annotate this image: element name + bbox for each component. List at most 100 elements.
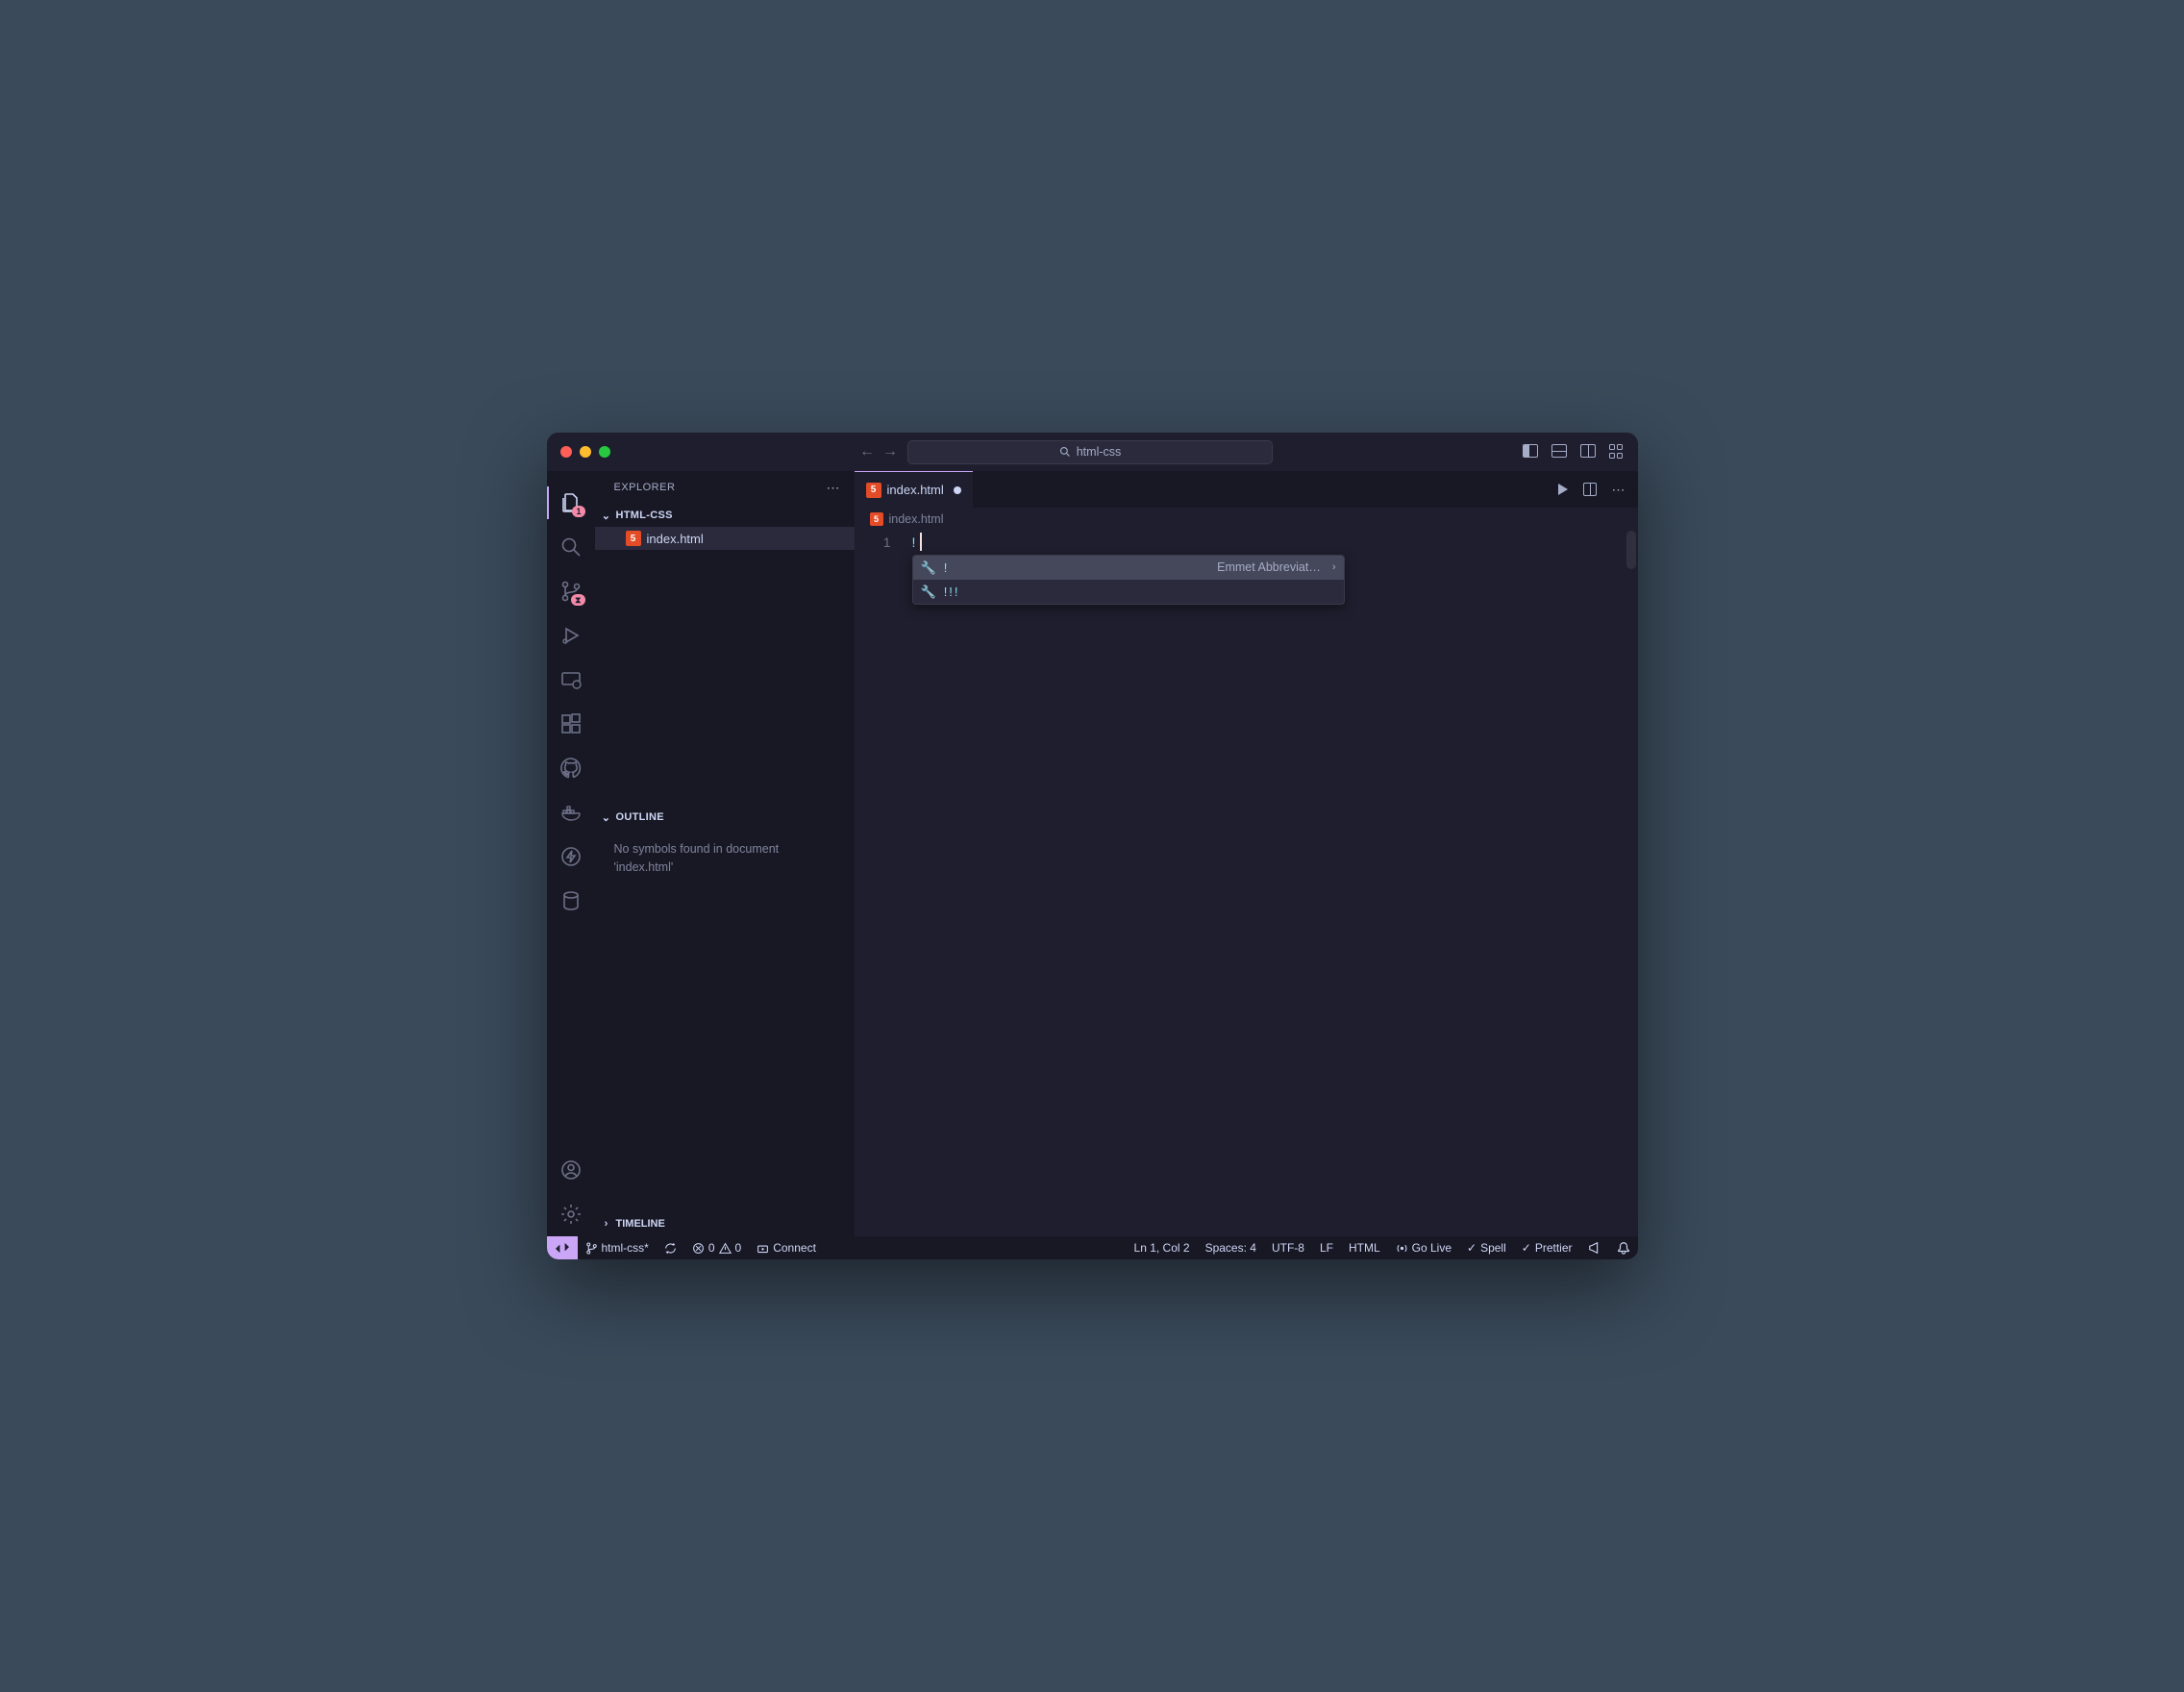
status-indentation[interactable]: Spaces: 4: [1198, 1241, 1264, 1255]
editor-body[interactable]: 1 ! 🔧 ! Emmet Abbreviat… › 🔧: [855, 531, 1638, 1236]
suggest-item[interactable]: 🔧 !!!: [913, 580, 1344, 604]
outline-empty-message: No symbols found in document 'index.html…: [595, 834, 855, 883]
folder-header[interactable]: ⌄ HTML-CSS: [595, 504, 855, 527]
editor-zone: 5 index.html ⋯ 5 index.html 1: [855, 471, 1638, 1236]
nav-forward-button[interactable]: →: [882, 443, 898, 460]
warning-icon: [719, 1242, 732, 1255]
explorer-title: EXPLORER: [614, 482, 676, 493]
activity-database[interactable]: [547, 879, 595, 923]
activity-search[interactable]: [547, 525, 595, 569]
timeline-title: TIMELINE: [616, 1218, 665, 1230]
status-notifications[interactable]: [1609, 1241, 1638, 1255]
status-feedback[interactable]: [1580, 1241, 1609, 1255]
text-cursor: [920, 533, 922, 551]
html-file-icon: 5: [870, 512, 883, 526]
code-area[interactable]: ! 🔧 ! Emmet Abbreviat… › 🔧 !!!: [912, 531, 1638, 1236]
status-ports[interactable]: Connect: [749, 1241, 824, 1255]
github-icon: [559, 757, 583, 780]
toggle-panel-button[interactable]: [1551, 444, 1567, 458]
activity-github[interactable]: [547, 746, 595, 790]
editor-more-button[interactable]: ⋯: [1612, 482, 1626, 498]
toggle-secondary-sidebar-button[interactable]: [1580, 444, 1596, 458]
file-tree-item[interactable]: 5 index.html: [595, 527, 855, 550]
docker-icon: [559, 801, 583, 824]
debug-icon: [559, 624, 583, 647]
titlebar-center: ← → html-css: [610, 440, 1523, 464]
status-language[interactable]: HTML: [1341, 1241, 1388, 1255]
minimize-window-button[interactable]: [580, 446, 591, 458]
check-icon: ✓: [1522, 1241, 1531, 1255]
activity-settings[interactable]: [547, 1192, 595, 1236]
status-eol[interactable]: LF: [1312, 1241, 1341, 1255]
outline-body: No symbols found in document 'index.html…: [595, 829, 855, 1211]
activity-source-control[interactable]: ⧗: [547, 569, 595, 613]
titlebar-layout-controls: [1523, 444, 1625, 460]
remote-icon: [556, 1241, 569, 1255]
chevron-down-icon: ⌄: [601, 510, 612, 522]
main-area: 1 ⧗: [547, 471, 1638, 1236]
suggest-label: !: [944, 558, 950, 578]
check-icon: ✓: [1467, 1241, 1477, 1255]
status-prettier[interactable]: ✓ Prettier: [1514, 1241, 1580, 1255]
status-golive[interactable]: Go Live: [1388, 1241, 1459, 1255]
sync-icon: [664, 1242, 677, 1255]
file-tree: 5 index.html: [595, 527, 855, 806]
outline-header[interactable]: ⌄ OUTLINE: [595, 806, 855, 829]
toggle-primary-sidebar-button[interactable]: [1523, 444, 1538, 458]
activity-debug[interactable]: [547, 613, 595, 658]
split-editor-button[interactable]: [1583, 483, 1597, 496]
traffic-lights: [560, 446, 610, 458]
activity-docker[interactable]: [547, 790, 595, 834]
editor-tab[interactable]: 5 index.html: [855, 471, 973, 508]
close-window-button[interactable]: [560, 446, 572, 458]
folder-name: HTML-CSS: [616, 510, 673, 521]
dirty-indicator-icon: [954, 486, 961, 494]
html-file-icon: 5: [866, 483, 881, 498]
chevron-right-icon: ›: [1332, 558, 1336, 578]
app-window: ← → html-css 1: [547, 433, 1638, 1259]
explorer-more-button[interactable]: ⋯: [827, 480, 841, 496]
timeline-header[interactable]: › TIMELINE: [595, 1211, 855, 1236]
account-icon: [559, 1158, 583, 1182]
tab-bar: 5 index.html ⋯: [855, 471, 1638, 508]
search-icon: [1059, 446, 1071, 458]
status-encoding[interactable]: UTF-8: [1264, 1241, 1312, 1255]
warning-count: 0: [735, 1241, 742, 1255]
activity-thunder[interactable]: [547, 834, 595, 879]
code-text: !: [912, 535, 916, 550]
status-sync[interactable]: [657, 1242, 684, 1255]
status-problems[interactable]: 0 0: [684, 1241, 749, 1255]
activity-account[interactable]: [547, 1148, 595, 1192]
suggest-item[interactable]: 🔧 ! Emmet Abbreviat… ›: [913, 556, 1344, 580]
maximize-window-button[interactable]: [599, 446, 610, 458]
scrollbar-thumb[interactable]: [1626, 531, 1636, 569]
activity-explorer[interactable]: 1: [547, 481, 595, 525]
explorer-header: EXPLORER ⋯: [595, 471, 855, 504]
status-bar: html-css* 0 0 Connect Ln 1, Col 2 Spaces…: [547, 1236, 1638, 1259]
breadcrumb[interactable]: 5 index.html: [855, 508, 1638, 531]
status-branch[interactable]: html-css*: [578, 1241, 657, 1255]
nav-back-button[interactable]: ←: [859, 443, 875, 460]
error-count: 0: [708, 1241, 715, 1255]
outline-title: OUTLINE: [616, 811, 664, 823]
error-icon: [692, 1242, 705, 1255]
megaphone-icon: [1588, 1241, 1601, 1255]
activity-remote[interactable]: [547, 658, 595, 702]
run-button[interactable]: [1558, 484, 1568, 495]
status-cursor-position[interactable]: Ln 1, Col 2: [1127, 1241, 1198, 1255]
branch-name: html-css*: [602, 1241, 649, 1255]
breadcrumb-text: index.html: [889, 512, 944, 526]
database-icon: [559, 889, 583, 912]
branch-icon: [585, 1242, 598, 1255]
remote-indicator[interactable]: [547, 1236, 578, 1259]
connect-label: Connect: [773, 1241, 816, 1255]
customize-layout-button[interactable]: [1609, 444, 1625, 460]
command-center-search[interactable]: html-css: [907, 440, 1273, 464]
activity-extensions[interactable]: [547, 702, 595, 746]
wrench-icon: 🔧: [921, 582, 936, 602]
status-spell[interactable]: ✓ Spell: [1459, 1241, 1514, 1255]
gear-icon: [559, 1203, 583, 1226]
bolt-icon: [559, 845, 583, 868]
search-text: html-css: [1077, 445, 1122, 459]
broadcast-icon: [1396, 1242, 1408, 1255]
